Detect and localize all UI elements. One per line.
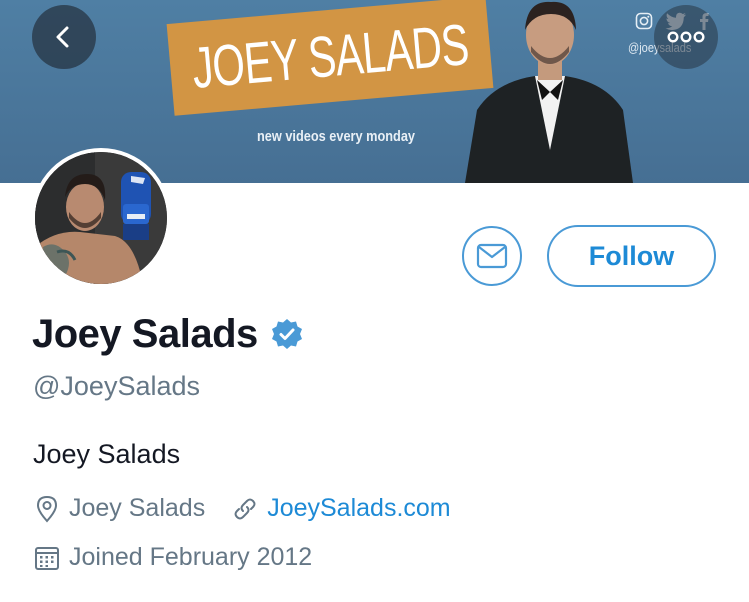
instagram-icon [635,12,653,30]
chevron-left-icon [56,26,69,48]
profile-handle: @JoeySalads [33,371,200,401]
follow-button[interactable]: Follow [547,225,716,287]
message-button[interactable] [462,226,522,286]
link-icon [231,495,259,523]
profile-location: Joey Salads [69,494,206,522]
avatar[interactable] [31,148,171,288]
verified-badge-icon [271,318,302,349]
envelope-icon [476,243,508,269]
banner-tagline: new videos every monday [257,128,416,145]
profile-name-row: Joey Salads [32,312,304,357]
banner-sign: JOEY SALADS [166,0,494,116]
avatar-photo [35,152,167,284]
banner-sign-text: JOEY SALADS [189,11,471,101]
more-options-button[interactable] [654,5,718,69]
profile-bio: Joey Salads [33,439,181,469]
profile-name: Joey Salads [32,312,258,356]
banner-person-image [465,1,633,183]
calendar-icon [33,544,61,572]
profile-joined-row: Joined February 2012 [33,543,312,572]
profile-website-link[interactable]: JoeySalads.com [267,494,450,523]
more-dots-icon [667,31,705,43]
back-button[interactable] [32,5,96,69]
profile-joined-date: Joined February 2012 [69,543,313,571]
location-pin-icon [33,495,61,523]
profile-meta-row: Joey Salads JoeySalads.com [33,494,451,523]
avatar-image [35,152,167,284]
